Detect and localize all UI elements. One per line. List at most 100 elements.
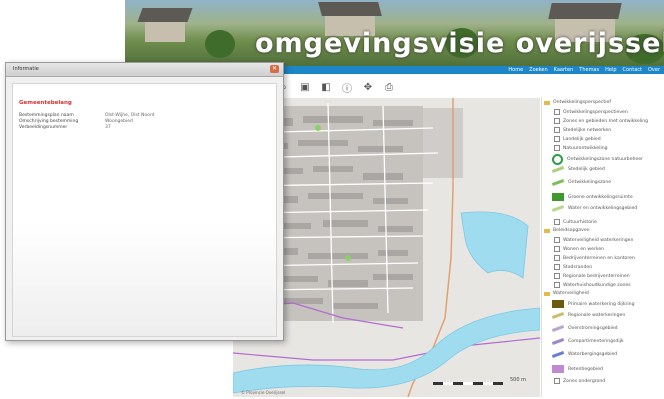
scale-label: 500 m (509, 377, 526, 383)
dialog-titlebar[interactable]: Informatie ✕ (6, 63, 283, 77)
legend-label: Regionale bedrijventerreinen (563, 273, 630, 279)
legend-layer-item[interactable]: Natuurontwikkeling (554, 145, 608, 151)
legend-symbol-item[interactable]: Stedelijk gebied (551, 166, 605, 173)
legend-label: Stadsranden (563, 264, 593, 270)
nav-link-contact[interactable]: Contact (623, 66, 642, 74)
legend-layer-item[interactable]: Waterveiligheid waterkeringen (554, 237, 633, 243)
legend-label: Ontwikkelingsperspectieven (563, 109, 628, 115)
checkbox[interactable] (554, 136, 560, 142)
legend-label: Bedrijventerreinen en kantoren (563, 255, 635, 261)
checkbox[interactable] (554, 246, 560, 252)
legend-layer-item[interactable]: Zones ondergrond (554, 378, 605, 384)
legend-label: Zones ondergrond (563, 378, 606, 384)
site-title: omgevingsvisie overijssel (255, 28, 664, 59)
legend-label: Stedelijk gebied (568, 167, 605, 172)
legend-label: Groene ontwikkelingsruimte (568, 194, 633, 200)
legend-layer-item[interactable]: Regionale bedrijventerreinen (554, 273, 630, 279)
checkbox[interactable] (554, 109, 560, 115)
line-symbol-icon (551, 166, 565, 173)
dialog-title: Informatie (13, 66, 39, 72)
legend-layer-item[interactable]: Zones en gebieden met ontwikkeling (554, 118, 648, 124)
banner-roof (137, 8, 193, 22)
dialog-body: Gemeentebelang Bestemmingsplan naam Olst… (12, 83, 277, 337)
legend-layer-item[interactable]: Bedrijventerreinen en kantoren (554, 255, 635, 261)
checkbox[interactable] (554, 219, 560, 225)
checkbox[interactable] (554, 118, 560, 124)
pan-icon[interactable]: ✥ (362, 81, 374, 93)
line-symbol-icon (551, 179, 565, 186)
legend-label: Water en ontwikkelingsgebied (568, 206, 638, 211)
legend-label: Overstromingsgebied (568, 326, 618, 331)
legend-group-header[interactable]: Ontwikkelingsperspectief (544, 100, 611, 105)
checkbox[interactable] (554, 127, 560, 133)
legend-layer-item[interactable]: Wonen en werken (554, 246, 604, 252)
checkbox[interactable] (554, 237, 560, 243)
row-value: 37 (105, 125, 111, 130)
legend-label: Compartimenteringsdijk (568, 339, 624, 344)
legend-layer-item[interactable]: Landelijk gebied (554, 136, 601, 142)
legend-symbol-item[interactable]: Waterbergingsgebied (551, 351, 617, 358)
checkbox[interactable] (554, 264, 560, 270)
ring-symbol-icon (552, 154, 563, 165)
folder-icon (544, 100, 550, 105)
legend-layer-item[interactable]: Stedelijke netwerken (554, 127, 611, 133)
banner-tree (205, 30, 235, 58)
close-icon[interactable]: ✕ (270, 65, 279, 73)
legend-layer-item[interactable]: Ontwikkelingsperspectieven (554, 109, 628, 115)
map-copyright: © Provincie Overijssel (241, 390, 286, 395)
nav-link-themes[interactable]: Themas (579, 66, 599, 74)
nav-link-help[interactable]: Help (605, 66, 616, 74)
legend-label: Waterveiligheid waterkeringen (563, 237, 634, 243)
legend-symbol-item[interactable]: Overstromingsgebied (551, 325, 618, 332)
legend-symbol-item[interactable]: Compartimenteringsdijk (551, 338, 624, 345)
legend-symbol-item[interactable]: Primaire waterkering dijkring (552, 300, 634, 308)
folder-icon (544, 228, 550, 233)
row-key: Verbeeldingsnummer (19, 125, 68, 130)
legend-layer-item[interactable]: Waterhuishoudkundige zones (554, 282, 631, 288)
banner-roof (318, 2, 382, 16)
legend-label: Retentiegebied (568, 366, 603, 372)
nav-link-home[interactable]: Home (508, 66, 523, 74)
legend-group-header[interactable]: Beleidsopgaven (544, 228, 590, 233)
nav-link-about[interactable]: Over (648, 66, 660, 74)
legend-label: Beleidsopgaven (553, 228, 590, 233)
checkbox[interactable] (554, 255, 560, 261)
legend-label: Ontwikkelingsperspectief (553, 100, 611, 105)
info-icon[interactable]: ⓘ (341, 81, 353, 95)
layers-icon[interactable]: ◧ (320, 81, 332, 93)
nav-link-search[interactable]: Zoeken (529, 66, 548, 74)
legend-label: Waterveiligheid (553, 291, 589, 296)
legend-label: Zones en gebieden met ontwikkeling (563, 118, 649, 124)
checkbox[interactable] (554, 282, 560, 288)
nav-link-maps[interactable]: Kaarten (554, 66, 574, 74)
legend-panel: Ontwikkelingsperspectief Ontwikkelingsper… (541, 97, 663, 397)
legend-label: Landelijk gebied (563, 136, 601, 142)
dialog-heading: Gemeentebelang (19, 100, 72, 106)
legend-layer-item[interactable]: Cultuurhistorie (554, 219, 597, 225)
row-key: Bestemmingsplan naam (19, 113, 74, 118)
checkbox[interactable] (554, 273, 560, 279)
row-key: Omschrijving bestemming (19, 119, 79, 124)
zoom-out-icon[interactable]: ▣ (299, 81, 311, 93)
area-symbol-icon (552, 365, 564, 373)
checkbox[interactable] (554, 145, 560, 151)
line-symbol-icon (551, 338, 565, 345)
area-symbol-icon (552, 300, 564, 308)
legend-group-header[interactable]: Waterveiligheid (544, 291, 589, 296)
line-symbol-icon (551, 325, 565, 332)
legend-layer-item[interactable]: Stadsranden (554, 264, 592, 270)
legend-symbol-item[interactable]: Regionale waterkeringen (551, 312, 625, 319)
print-icon[interactable]: ⎙ (383, 81, 395, 93)
banner-roof (548, 3, 622, 19)
legend-label: Ontwikkelingszone natuurbeheer (567, 157, 643, 162)
legend-label: Natuurontwikkeling (563, 145, 608, 151)
legend-symbol-item[interactable]: Retentiegebied (552, 365, 603, 373)
legend-symbol-item[interactable]: Groene ontwikkelingsruimte (552, 193, 633, 201)
legend-symbol-item[interactable]: Water en ontwikkelingsgebied (551, 205, 638, 212)
map-toolbar: ⌕ ▣ ◧ ⓘ ✥ ⎙ (278, 80, 395, 95)
legend-symbol-item[interactable]: Ontwikkelingszone natuurbeheer (552, 154, 643, 165)
checkbox[interactable] (554, 378, 560, 384)
legend-symbol-item[interactable]: Ontwikkelingszone (551, 179, 612, 186)
legend-label: Stedelijke netwerken (563, 127, 612, 133)
legend-label: Ontwikkelingszone (568, 180, 612, 185)
